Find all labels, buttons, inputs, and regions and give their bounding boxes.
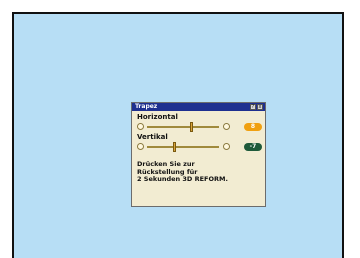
title-buttons: ? x (250, 104, 263, 110)
vertikal-slider-row[interactable]: -7 (137, 141, 262, 153)
vertikal-increase-icon[interactable] (223, 143, 230, 150)
vertikal-label: Vertikal (137, 133, 168, 141)
horizontal-slider-track[interactable] (147, 122, 219, 132)
close-button[interactable]: x (257, 104, 263, 110)
trapez-dialog: Trapez ? x Horizontal 8 Vertikal -7 Drüc… (131, 102, 266, 207)
horizontal-slider-row[interactable]: 8 (137, 121, 262, 133)
help-button[interactable]: ? (250, 104, 256, 110)
vertikal-slider-track[interactable] (147, 142, 219, 152)
dialog-body: Horizontal 8 Vertikal -7 Drücken Sie zur… (132, 111, 265, 184)
projector-screen: Trapez ? x Horizontal 8 Vertikal -7 Drüc… (12, 12, 344, 258)
vertikal-slider-thumb[interactable] (172, 142, 176, 152)
horizontal-slider-thumb[interactable] (190, 122, 194, 132)
dialog-titlebar: Trapez ? x (132, 103, 265, 111)
reset-instruction: Drücken Sie zur Rückstellung für 2 Sekun… (137, 160, 260, 184)
horizontal-label: Horizontal (137, 113, 178, 121)
dialog-title: Trapez (135, 103, 158, 110)
horizontal-increase-icon[interactable] (223, 123, 230, 130)
horizontal-decrease-icon[interactable] (137, 123, 144, 130)
vertikal-value: -7 (244, 143, 262, 151)
horizontal-value: 8 (244, 123, 262, 131)
vertikal-decrease-icon[interactable] (137, 143, 144, 150)
instruction-line: 2 Sekunden 3D REFORM. (137, 175, 228, 183)
